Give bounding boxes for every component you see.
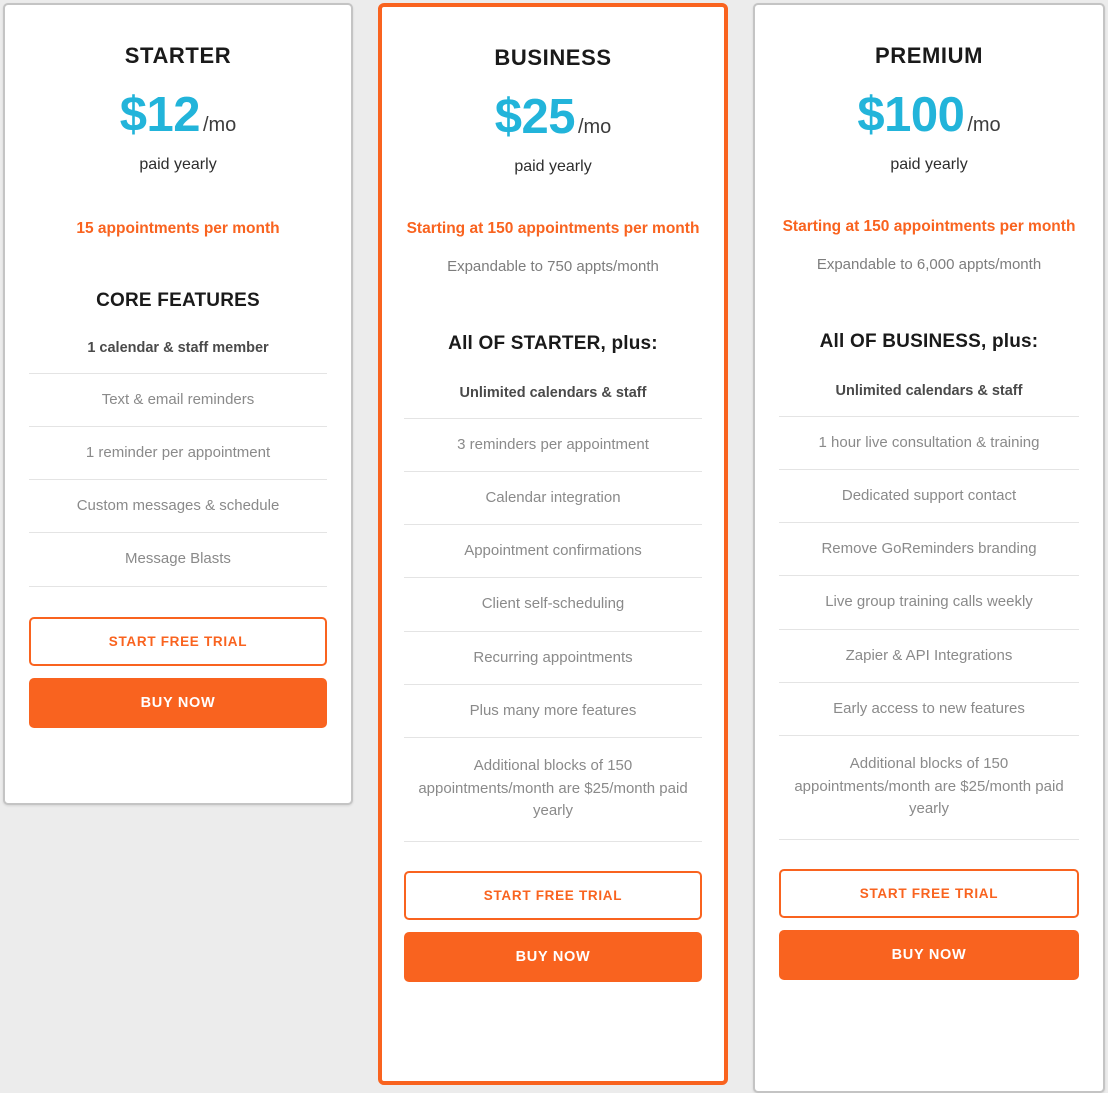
feature-item: Plus many more features bbox=[404, 685, 702, 739]
cta-group-starter: START FREE TRIAL BUY NOW bbox=[29, 616, 327, 728]
feature-item: Unlimited calendars & staff bbox=[779, 381, 1079, 417]
feature-item: Calendar integration bbox=[404, 472, 702, 526]
pricing-card-business: BUSINESS $25/mo paid yearly Starting at … bbox=[378, 3, 728, 1085]
buy-now-button-premium[interactable]: BUY NOW bbox=[779, 929, 1079, 980]
billing-note-starter: paid yearly bbox=[139, 156, 217, 173]
feature-item: Unlimited calendars & staff bbox=[404, 383, 702, 419]
price-period-business: /mo bbox=[577, 116, 612, 138]
features-heading-premium: All OF BUSINESS, plus: bbox=[819, 331, 1039, 352]
features-heading-starter: CORE FEATURES bbox=[96, 290, 260, 311]
feature-item: Text & email reminders bbox=[29, 374, 327, 427]
price-period-starter: /mo bbox=[202, 114, 237, 136]
expandable-note-business: Expandable to 750 appts/month bbox=[447, 258, 659, 275]
feature-item: 1 reminder per appointment bbox=[29, 427, 327, 481]
feature-item: Zapier & API Integrations bbox=[779, 630, 1079, 684]
feature-item: Early access to new features bbox=[779, 683, 1079, 737]
plan-name-business: BUSINESS bbox=[494, 45, 612, 70]
feature-list-business: Unlimited calendars & staff 3 reminders … bbox=[404, 383, 702, 842]
pricing-plans-grid: STARTER $12/mo paid yearly 15 appointmen… bbox=[0, 0, 1108, 1093]
feature-list-premium: Unlimited calendars & staff 1 hour live … bbox=[779, 381, 1079, 840]
feature-item: Recurring appointments bbox=[404, 632, 702, 686]
start-free-trial-button-starter[interactable]: START FREE TRIAL bbox=[29, 616, 327, 666]
price-row-premium: $100/mo bbox=[779, 91, 1079, 140]
price-period-premium: /mo bbox=[967, 114, 1001, 136]
features-heading-business: All OF STARTER, plus: bbox=[448, 333, 658, 354]
price-amount-starter: $12 bbox=[119, 88, 201, 142]
price-amount-premium: $100 bbox=[857, 88, 965, 142]
pricing-card-starter: STARTER $12/mo paid yearly 15 appointmen… bbox=[3, 3, 353, 805]
plan-name-starter: STARTER bbox=[124, 43, 232, 68]
cta-group-premium: START FREE TRIAL BUY NOW bbox=[779, 868, 1079, 980]
feature-item: Dedicated support contact bbox=[779, 470, 1079, 524]
feature-item: Additional blocks of 150 appointments/mo… bbox=[779, 736, 1079, 840]
feature-item: Remove GoReminders branding bbox=[779, 523, 1079, 577]
feature-item: Client self-scheduling bbox=[404, 578, 702, 632]
appointments-headline-business: Starting at 150 appointments per month bbox=[406, 220, 700, 237]
pricing-card-premium: PREMIUM $100/mo paid yearly Starting at … bbox=[753, 3, 1105, 1093]
plan-name-premium: PREMIUM bbox=[874, 43, 984, 68]
start-free-trial-button-business[interactable]: START FREE TRIAL bbox=[404, 870, 702, 920]
feature-item: 1 hour live consultation & training bbox=[779, 417, 1079, 470]
feature-item: Message Blasts bbox=[29, 533, 327, 587]
feature-item: 1 calendar & staff member bbox=[29, 338, 327, 374]
feature-item: Additional blocks of 150 appointments/mo… bbox=[404, 738, 702, 842]
price-row-starter: $12/mo bbox=[29, 91, 327, 140]
appointments-headline-starter: 15 appointments per month bbox=[76, 220, 280, 237]
feature-item: Appointment confirmations bbox=[404, 525, 702, 579]
price-row-business: $25/mo bbox=[404, 93, 702, 142]
buy-now-button-business[interactable]: BUY NOW bbox=[404, 931, 702, 982]
feature-item: Live group training calls weekly bbox=[779, 576, 1079, 630]
billing-note-premium: paid yearly bbox=[890, 156, 968, 173]
feature-list-starter: 1 calendar & staff member Text & email r… bbox=[29, 338, 327, 587]
feature-item: Custom messages & schedule bbox=[29, 480, 327, 534]
feature-item: 3 reminders per appointment bbox=[404, 419, 702, 472]
start-free-trial-button-premium[interactable]: START FREE TRIAL bbox=[779, 868, 1079, 918]
billing-note-business: paid yearly bbox=[514, 158, 592, 175]
appointments-headline-premium: Starting at 150 appointments per month bbox=[782, 218, 1076, 235]
cta-group-business: START FREE TRIAL BUY NOW bbox=[404, 870, 702, 982]
buy-now-button-starter[interactable]: BUY NOW bbox=[29, 677, 327, 728]
price-amount-business: $25 bbox=[494, 90, 576, 144]
expandable-note-premium: Expandable to 6,000 appts/month bbox=[816, 256, 1042, 273]
